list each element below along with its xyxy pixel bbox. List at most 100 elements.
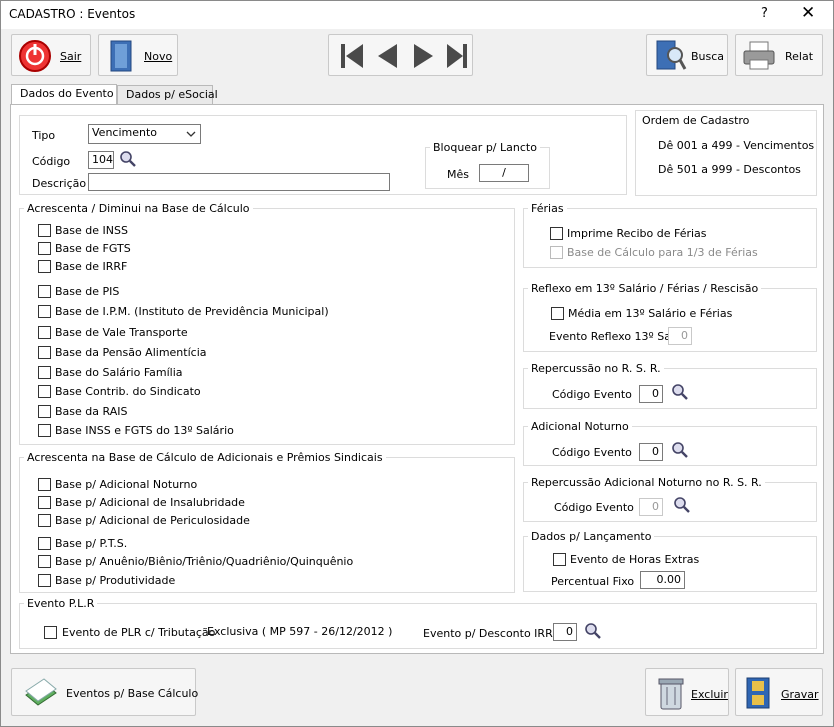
book-icon [25,678,57,706]
checkbox-adicional-periculosidade[interactable] [38,514,51,527]
checkbox-base-rais[interactable] [38,405,51,418]
base-fgts-label: Base de FGTS [55,242,131,255]
printer-icon [743,41,775,70]
base-salario-familia-label: Base do Salário Família [55,366,183,379]
first-record-icon [341,44,345,68]
busca-label: Busca [691,50,725,63]
adicional-noturno-title: Adicional Noturno [531,420,629,433]
close-button[interactable]: ✕ [801,3,815,23]
repercussao-an-field[interactable]: 0 [639,498,663,516]
desconto-irrf-field[interactable]: 0 [553,623,577,641]
checkbox-horas-extras[interactable] [553,553,566,566]
base-pts-label: Base p/ P.T.S. [55,537,128,550]
gravar-button[interactable]: Gravar [735,668,823,716]
sair-button[interactable]: Sair [11,34,91,76]
tipo-select[interactable]: Vencimento [88,124,201,144]
search-icon[interactable] [671,441,689,459]
checkbox-plr-tributacao[interactable] [44,626,57,639]
base-vale-transporte-label: Base de Vale Transporte [55,326,188,339]
checkbox-media-13[interactable] [551,307,564,320]
search-icon[interactable] [584,622,602,640]
checkbox-base-sindicato[interactable] [38,385,51,398]
repercussao-rsr-field[interactable]: 0 [639,385,663,403]
checkbox-base-anuenio[interactable] [38,555,51,568]
plr-exclusiva-label: Exclusiva ( MP 597 - 26/12/2012 ) [207,625,393,638]
relat-button[interactable]: Relat [735,34,823,76]
percentual-fixo-field[interactable]: 0.00 [640,571,685,589]
checkbox-base-pensao[interactable] [38,346,51,359]
ferias-group: Férias Imprime Recibo de Férias Base de … [523,202,817,268]
busca-button[interactable]: Busca [646,34,728,76]
checkbox-base-produtividade[interactable] [38,574,51,587]
checkbox-base-vale-transporte[interactable] [38,326,51,339]
evento-reflexo-field[interactable]: 0 [668,327,692,345]
mes-field[interactable]: / [479,164,529,182]
codigo-field[interactable]: 104 [88,151,114,169]
help-button[interactable]: ? [761,6,768,21]
plr-tributacao-label: Evento de PLR c/ Tributação [62,626,216,639]
plr-title: Evento P.L.R [27,597,95,610]
checkbox-base-pts[interactable] [38,537,51,550]
search-icon[interactable] [119,150,137,168]
lancamento-group: Dados p/ Lançamento Evento de Horas Extr… [523,530,817,592]
checkbox-base-inss-fgts-13[interactable] [38,424,51,437]
repercussao-rsr-label: Código Evento [552,388,632,401]
base-produtividade-label: Base p/ Produtividade [55,574,176,587]
previous-record-icon [378,44,397,68]
checkbox-base-inss[interactable] [38,224,51,237]
repercussao-an-group: Repercussão Adicional Noturno no R. S. R… [523,476,817,522]
adicional-noturno-codigo-label: Código Evento [552,446,632,459]
tab-dados-esocial[interactable]: Dados p/ eSocial [117,85,218,105]
eventos-base-calculo-button[interactable]: Eventos p/ Base Cálculo [11,668,198,716]
base-pensao-label: Base da Pensão Alimentícia [55,346,207,359]
ferias-title: Férias [531,202,564,215]
repercussao-an-label: Código Evento [554,501,634,514]
checkbox-base-salario-familia[interactable] [38,366,51,379]
adicional-noturno-group: Adicional Noturno Código Evento 0 [523,420,817,466]
adicional-periculosidade-label: Base p/ Adicional de Periculosidade [55,514,250,527]
search-book-icon [656,40,687,70]
base-irrf-label: Base de IRRF [55,260,128,273]
checkbox-base-irrf[interactable] [38,260,51,273]
base-inss-fgts-13-label: Base INSS e FGTS do 13º Salário [55,424,234,437]
repercussao-an-title: Repercussão Adicional Noturno no R. S. R… [531,476,762,489]
codigo-label: Código [32,155,71,168]
sair-label: Sair [60,50,82,63]
tab-page-dados-evento: Tipo Vencimento Código 104 Descrição Blo… [10,104,824,654]
tab-dados-evento[interactable]: Dados do Evento [11,84,117,106]
search-icon[interactable] [671,383,689,401]
chevron-down-icon [186,131,196,137]
checkbox-base-fgts[interactable] [38,242,51,255]
window-title: CADASTRO : Eventos [9,7,136,21]
last-record-icon [463,44,467,68]
checkbox-adicional-noturno[interactable] [38,478,51,491]
base-rais-label: Base da RAIS [55,405,128,418]
search-icon[interactable] [673,496,691,514]
desconto-irrf-label: Evento p/ Desconto IRRF [423,627,560,640]
new-document-icon [110,40,132,72]
checkbox-adicional-insalubridade[interactable] [38,496,51,509]
checkbox-base-ipm[interactable] [38,305,51,318]
checkbox-imprime-recibo[interactable] [550,227,563,240]
excluir-label: Excluir [691,688,728,701]
base-calculo-title: Acrescenta / Diminui na Base de Cálculo [27,202,250,215]
ordem-title: Ordem de Cadastro [642,114,750,127]
adicional-noturno-field[interactable]: 0 [639,443,663,461]
checkbox-base-um-terco[interactable] [550,246,563,259]
base-calculo-group: Acrescenta / Diminui na Base de Cálculo … [19,202,515,445]
base-anuenio-label: Base p/ Anuênio/Biênio/Triênio/Quadriêni… [55,555,354,568]
next-record-icon [414,44,433,68]
ordem-line2: Dê 501 a 999 - Descontos [658,163,801,176]
gravar-label: Gravar [781,688,819,701]
window: CADASTRO : Eventos ? ✕ Sair Novo Busca R… [0,0,834,727]
adicionais-group: Acrescenta na Base de Cálculo de Adicion… [19,451,515,593]
checkbox-base-pis[interactable] [38,285,51,298]
novo-button[interactable]: Novo [98,34,178,76]
media-13-label: Média em 13º Salário e Férias [568,307,733,320]
ordem-line1: Dê 001 a 499 - Vencimentos [658,139,815,152]
imprime-recibo-label: Imprime Recibo de Férias [567,227,707,240]
descricao-field[interactable] [88,173,390,191]
repercussao-rsr-group: Repercussão no R. S. R. Código Evento 0 [523,362,817,409]
excluir-button[interactable]: Excluir [645,668,729,716]
base-pis-label: Base de PIS [55,285,120,298]
